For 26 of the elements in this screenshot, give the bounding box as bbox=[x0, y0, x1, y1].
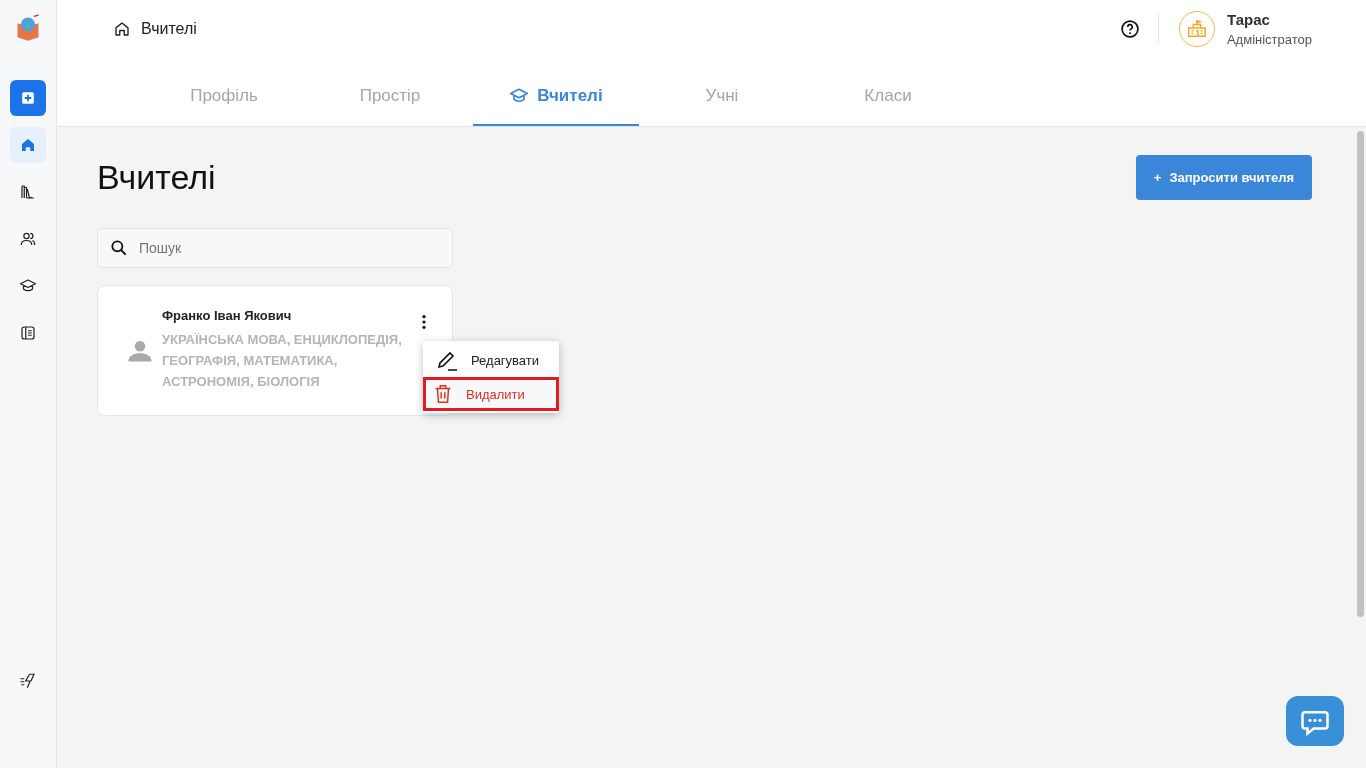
chat-button[interactable] bbox=[1286, 696, 1344, 746]
books-icon bbox=[19, 183, 37, 201]
user-name: Тарас bbox=[1226, 11, 1271, 28]
journal-icon bbox=[19, 324, 37, 342]
user-role: Адміністратор bbox=[1226, 32, 1312, 47]
school-icon bbox=[1185, 18, 1208, 40]
menu-item[interactable]: Редагувати bbox=[423, 343, 559, 377]
tab[interactable]: Учні bbox=[639, 68, 805, 126]
tab[interactable]: Простір bbox=[307, 68, 473, 126]
tab[interactable]: Профіль bbox=[141, 68, 307, 126]
add-button[interactable] bbox=[10, 80, 46, 116]
breadcrumb: Вчителі bbox=[141, 20, 197, 38]
teacher-subjects: УКРАЇНСЬКА МОВА, ЕНЦИКЛОПЕДІЯ, ГЕОГРАФІЯ, МАТЕМАТИКА, АСТРОНОМІЯ, БІОЛОГІЯ bbox=[162, 330, 403, 391]
teacher-name: Франко Іван Якович bbox=[162, 307, 293, 323]
menu-item[interactable]: Видалити bbox=[423, 377, 559, 411]
tab[interactable]: Класи bbox=[805, 68, 971, 126]
scrollbar[interactable] bbox=[1357, 131, 1364, 617]
home-icon bbox=[19, 136, 37, 154]
home-icon bbox=[113, 20, 131, 38]
search-field[interactable]: Пошук bbox=[97, 228, 453, 268]
users-icon bbox=[19, 230, 37, 248]
search-icon bbox=[109, 238, 129, 258]
help-icon[interactable] bbox=[1119, 19, 1140, 39]
page-title: Вчителі bbox=[97, 158, 216, 197]
lightning-icon[interactable] bbox=[19, 672, 37, 690]
invite-button[interactable]: + Запросити вчителя bbox=[1135, 155, 1312, 200]
